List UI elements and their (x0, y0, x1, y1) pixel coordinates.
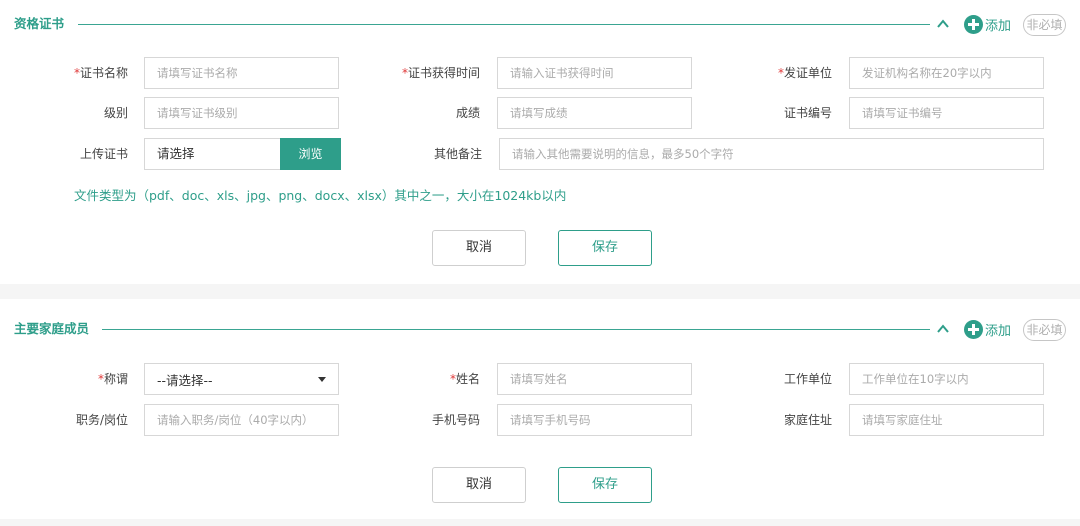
position-label: 职务/岗位 (75, 413, 128, 427)
address-label: 家庭住址 (783, 413, 832, 427)
cert-name-label: *证书名称 (73, 66, 128, 80)
cert-time-label: *证书获得时间 (401, 66, 480, 80)
chevron-up-icon[interactable] (936, 322, 950, 336)
optional-badge: 非必填 (1023, 319, 1066, 341)
cancel-button[interactable]: 取消 (432, 467, 526, 503)
save-button[interactable]: 保存 (558, 230, 652, 266)
browse-button[interactable]: 浏览 (280, 138, 341, 170)
upload-label: 上传证书 (79, 147, 128, 161)
section-divider (78, 24, 930, 25)
remarks-label: 其他备注 (433, 147, 482, 161)
add-family-member-button[interactable]: 添加 (964, 319, 1011, 339)
cert-name-input[interactable] (144, 57, 339, 89)
score-label: 成绩 (455, 106, 480, 120)
file-type-hint: 文件类型为（pdf、doc、xls、jpg、png、docx、xlsx）其中之一… (74, 188, 567, 203)
issuer-input[interactable] (849, 57, 1044, 89)
score-input[interactable] (497, 97, 692, 129)
chevron-up-icon[interactable] (936, 17, 950, 31)
level-label: 级别 (103, 106, 128, 120)
plus-circle-icon (964, 14, 983, 34)
cert-no-input[interactable] (849, 97, 1044, 129)
name-input[interactable] (497, 363, 692, 395)
upload-file-field[interactable]: 请选择 (144, 138, 281, 170)
caret-down-icon (318, 376, 326, 382)
add-certificate-button[interactable]: 添加 (964, 14, 1011, 34)
issuer-label: *发证单位 (777, 66, 832, 80)
optional-badge: 非必填 (1023, 14, 1066, 36)
employer-input[interactable] (849, 363, 1044, 395)
name-label: *姓名 (449, 372, 480, 386)
employer-label: 工作单位 (783, 372, 832, 386)
relation-label: *称谓 (97, 372, 128, 386)
remarks-input[interactable] (499, 138, 1044, 170)
certificates-section-title: 资格证书 (14, 14, 65, 34)
cert-no-label: 证书编号 (783, 106, 832, 120)
position-input[interactable] (144, 404, 339, 436)
relation-select[interactable]: --请选择-- (144, 363, 339, 395)
add-label: 添加 (985, 18, 1012, 34)
level-input[interactable] (144, 97, 339, 129)
cancel-button[interactable]: 取消 (432, 230, 526, 266)
family-panel: 主要家庭成员 添加 非必填 *称谓 --请选择-- *姓名 工作单位 职务/岗位… (0, 299, 1080, 519)
save-button[interactable]: 保存 (558, 467, 652, 503)
add-label: 添加 (985, 323, 1012, 339)
family-section-title: 主要家庭成员 (14, 319, 90, 339)
address-input[interactable] (849, 404, 1044, 436)
relation-select-value: --请选择-- (157, 372, 213, 388)
phone-label: 手机号码 (431, 413, 480, 427)
certificates-panel: 资格证书 添加 非必填 *证书名称 *证书获得时间 *发证单位 级别 成绩 证书… (0, 0, 1080, 284)
certificates-section-header: 资格证书 添加 非必填 (0, 14, 1080, 36)
family-section-header: 主要家庭成员 添加 非必填 (0, 319, 1080, 341)
cert-time-input[interactable] (497, 57, 692, 89)
plus-circle-icon (964, 319, 983, 339)
section-divider (102, 329, 930, 330)
phone-input[interactable] (497, 404, 692, 436)
